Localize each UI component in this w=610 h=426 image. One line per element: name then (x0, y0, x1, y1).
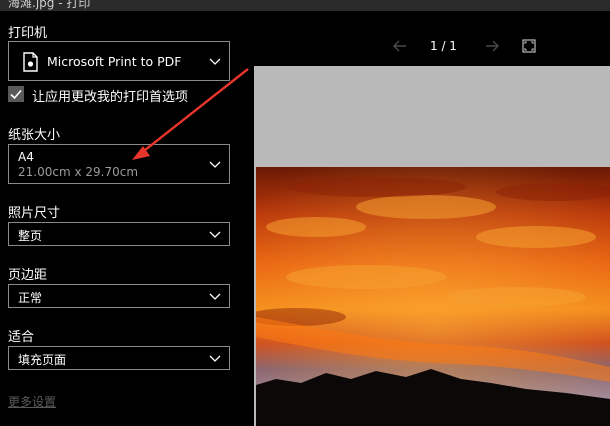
arrow-right-icon[interactable] (484, 38, 500, 54)
chevron-down-icon (209, 58, 221, 65)
app-preferences-checkbox[interactable] (8, 86, 24, 102)
chevron-down-icon (209, 355, 221, 362)
arrow-left-icon[interactable] (392, 38, 408, 54)
print-preview-area: 1 / 1 (252, 11, 610, 426)
page-navigation: 1 / 1 (392, 38, 552, 56)
fit-value: 填充页面 (18, 353, 67, 367)
photo-size-section-label: 照片尺寸 (8, 206, 61, 221)
printer-section-label: 打印机 (8, 26, 48, 41)
paper-size-value: A4 (18, 150, 34, 164)
paper-size-select[interactable]: A4 21.00cm x 29.70cm (8, 144, 230, 184)
settings-panel: 打印机 Microsoft Print to PDF 让应用更改我的打印首选项 … (0, 11, 252, 426)
margins-value: 正常 (18, 291, 43, 305)
photo-size-value: 整页 (18, 229, 43, 243)
fit-section-label: 适合 (8, 330, 35, 345)
preview-paper (254, 66, 610, 426)
margins-section-label: 页边距 (8, 268, 48, 283)
printer-select-value: Microsoft Print to PDF (47, 54, 182, 69)
fit-page-icon[interactable] (522, 39, 536, 53)
chevron-down-icon (209, 231, 221, 238)
fit-select[interactable]: 填充页面 (8, 346, 230, 370)
more-settings-link[interactable]: 更多设置 (8, 393, 56, 410)
printer-select[interactable]: Microsoft Print to PDF (8, 41, 230, 81)
chevron-down-icon (209, 293, 221, 300)
check-icon (10, 89, 22, 100)
app-preferences-label: 让应用更改我的打印首选项 (32, 90, 189, 105)
window-title: 海滩.jpg - 打印 (8, 0, 91, 10)
paper-size-dimensions: 21.00cm x 29.70cm (18, 165, 139, 179)
sunset-photo (256, 167, 610, 426)
printer-icon (23, 52, 38, 72)
paper-size-section-label: 纸张大小 (8, 128, 61, 143)
chevron-down-icon (209, 161, 221, 168)
margins-select[interactable]: 正常 (8, 284, 230, 308)
window-title-bar: 海滩.jpg - 打印 (0, 0, 610, 11)
sunset-photo-image (256, 167, 610, 426)
page-counter: 1 / 1 (430, 39, 457, 53)
print-dialog: 海滩.jpg - 打印 打印机 Microsoft Print to PDF 让… (0, 0, 610, 426)
photo-size-select[interactable]: 整页 (8, 222, 230, 246)
